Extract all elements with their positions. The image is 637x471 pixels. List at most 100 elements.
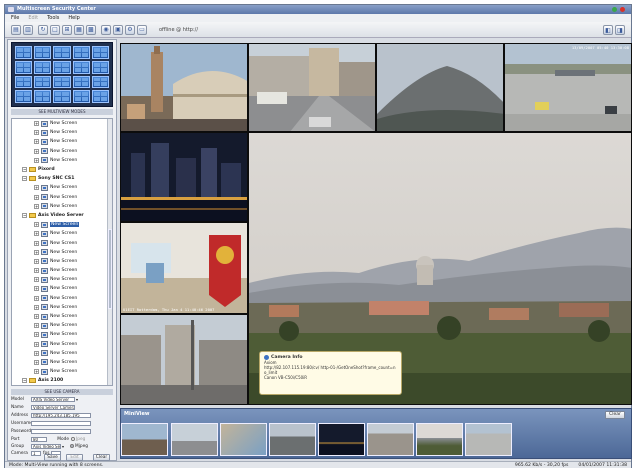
preset-tile[interactable] <box>15 46 33 59</box>
menu-edit[interactable]: Edit <box>28 14 38 22</box>
camera-view[interactable] <box>120 43 248 132</box>
tree-folder[interactable]: − Axis Video Server <box>12 211 112 220</box>
expand-toggle-icon[interactable]: − <box>22 176 27 182</box>
preset-tile[interactable] <box>53 75 71 89</box>
mode-mjpeg-radio[interactable] <box>70 444 75 448</box>
expand-toggle-icon[interactable]: + <box>34 323 39 329</box>
refresh-icon[interactable]: ↻ <box>38 24 48 35</box>
camera-view[interactable] <box>376 43 504 132</box>
save-icon[interactable]: ▥ <box>23 24 33 35</box>
tree-screen-item[interactable]: + New Screen <box>12 284 112 293</box>
expand-toggle-icon[interactable]: + <box>34 332 39 338</box>
tree-screen-item[interactable]: + New Screen <box>12 257 112 266</box>
expand-toggle-icon[interactable]: + <box>34 304 39 310</box>
preset-tile[interactable] <box>53 46 71 59</box>
preset-tile[interactable] <box>72 46 90 59</box>
layout-16-icon[interactable]: ▩ <box>86 24 96 35</box>
layout-9-icon[interactable]: ▦ <box>74 24 84 35</box>
expand-toggle-icon[interactable]: + <box>34 194 39 200</box>
camera-view[interactable] <box>120 314 248 405</box>
miniview-thumbnail[interactable] <box>465 423 512 456</box>
preset-tile[interactable] <box>72 75 90 89</box>
camera-field[interactable]: 1 <box>31 450 41 456</box>
address-field[interactable]: http://195.243.185.195 <box>31 412 91 418</box>
tree-screen-item[interactable]: + New Screen <box>12 321 112 330</box>
menu-tools[interactable]: Tools <box>47 14 59 22</box>
tree-screen-item[interactable]: + New Screen <box>12 294 112 303</box>
expand-toggle-icon[interactable]: + <box>34 130 39 136</box>
tree-screen-item[interactable]: + New Screen <box>12 266 112 275</box>
camera-view[interactable] <box>120 132 248 222</box>
preset-tile[interactable] <box>72 60 90 74</box>
monitor-right-icon[interactable]: ◨ <box>615 25 625 35</box>
miniview-thumbnail[interactable] <box>367 423 414 456</box>
save-button[interactable]: Save <box>44 454 61 461</box>
preset-tile[interactable] <box>34 75 52 89</box>
tree-screen-item[interactable]: + New Screen <box>12 275 112 284</box>
clear-form-button[interactable]: Clear <box>93 454 110 461</box>
preset-tile[interactable] <box>15 60 33 74</box>
expand-toggle-icon[interactable]: + <box>34 203 39 209</box>
miniview-clear-button[interactable]: Clear <box>605 411 625 419</box>
monitor-icon[interactable]: ▭ <box>137 24 147 35</box>
monitor-left-icon[interactable]: ◧ <box>603 25 613 35</box>
preset-tile[interactable] <box>53 60 71 74</box>
preset-tile[interactable] <box>53 90 71 103</box>
tree-screen-item[interactable]: + New Screen <box>12 349 112 358</box>
expand-toggle-icon[interactable]: + <box>34 286 39 292</box>
tree-screen-item[interactable]: + New Screen <box>12 220 112 229</box>
expand-toggle-icon[interactable]: + <box>34 314 39 320</box>
expand-toggle-icon[interactable]: + <box>34 185 39 191</box>
snapshot-icon[interactable]: ◉ <box>101 24 111 35</box>
preset-tile[interactable] <box>34 60 52 74</box>
expand-toggle-icon[interactable]: − <box>22 378 27 384</box>
tree-screen-item[interactable]: + New Screen <box>12 229 112 238</box>
minimize-button[interactable] <box>612 7 617 12</box>
edit-button[interactable]: Edit <box>66 454 83 461</box>
settings-icon[interactable]: ⚙ <box>125 24 135 35</box>
expand-toggle-icon[interactable]: + <box>34 359 39 365</box>
miniview-thumbnail[interactable] <box>121 423 168 456</box>
expand-toggle-icon[interactable]: + <box>34 249 39 255</box>
expand-toggle-icon[interactable]: − <box>22 212 27 218</box>
preset-tile[interactable] <box>34 90 52 103</box>
expand-toggle-icon[interactable]: + <box>34 157 39 163</box>
expand-toggle-icon[interactable]: + <box>34 231 39 237</box>
tree-screen-item[interactable]: + New Screen <box>12 312 112 321</box>
expand-toggle-icon[interactable]: + <box>34 258 39 264</box>
miniview-thumbnail[interactable] <box>171 423 218 456</box>
password-field[interactable] <box>31 428 91 434</box>
menu-file[interactable]: File <box>11 14 19 22</box>
tree-screen-item[interactable]: + New Screen <box>12 156 112 165</box>
expand-toggle-icon[interactable]: + <box>34 139 39 145</box>
expand-toggle-icon[interactable]: + <box>34 268 39 274</box>
expand-toggle-icon[interactable]: + <box>34 350 39 356</box>
expand-toggle-icon[interactable]: − <box>22 167 27 173</box>
preset-tile[interactable] <box>91 60 109 74</box>
preset-tile[interactable] <box>91 75 109 89</box>
preset-tile[interactable] <box>15 75 33 89</box>
mode-jpeg-radio[interactable] <box>71 437 75 441</box>
name-field[interactable]: Video Server Camera 1 <box>31 404 75 410</box>
expand-toggle-icon[interactable]: + <box>34 369 39 375</box>
group-select[interactable]: Axis Video Server <box>31 443 61 449</box>
expand-toggle-icon[interactable]: + <box>34 295 39 301</box>
tree-screen-item[interactable]: + New Screen <box>12 202 112 211</box>
tree-folder[interactable]: − Axis 2100 <box>12 376 112 385</box>
layout-1-icon[interactable]: □ <box>50 24 60 35</box>
expand-toggle-icon[interactable]: + <box>34 148 39 154</box>
preset-tile[interactable] <box>72 90 90 103</box>
miniview-thumbnail[interactable] <box>318 423 365 456</box>
tree-folder[interactable]: − Sony SNC CS1 <box>12 174 112 183</box>
preset-tile[interactable] <box>91 90 109 103</box>
print-icon[interactable]: ▣ <box>113 24 123 35</box>
close-button[interactable] <box>620 7 625 12</box>
tree-folder[interactable]: − Pixord <box>12 165 112 174</box>
tree-screen-item[interactable]: + New Screen <box>12 137 112 146</box>
preset-tile[interactable] <box>15 90 33 103</box>
miniview-thumbnail[interactable] <box>220 423 267 456</box>
camera-view[interactable] <box>248 43 376 132</box>
tree-screen-item[interactable]: + New Screen <box>12 128 112 137</box>
open-icon[interactable]: ▤ <box>11 24 21 35</box>
layout-4-icon[interactable]: ⊞ <box>62 24 72 35</box>
